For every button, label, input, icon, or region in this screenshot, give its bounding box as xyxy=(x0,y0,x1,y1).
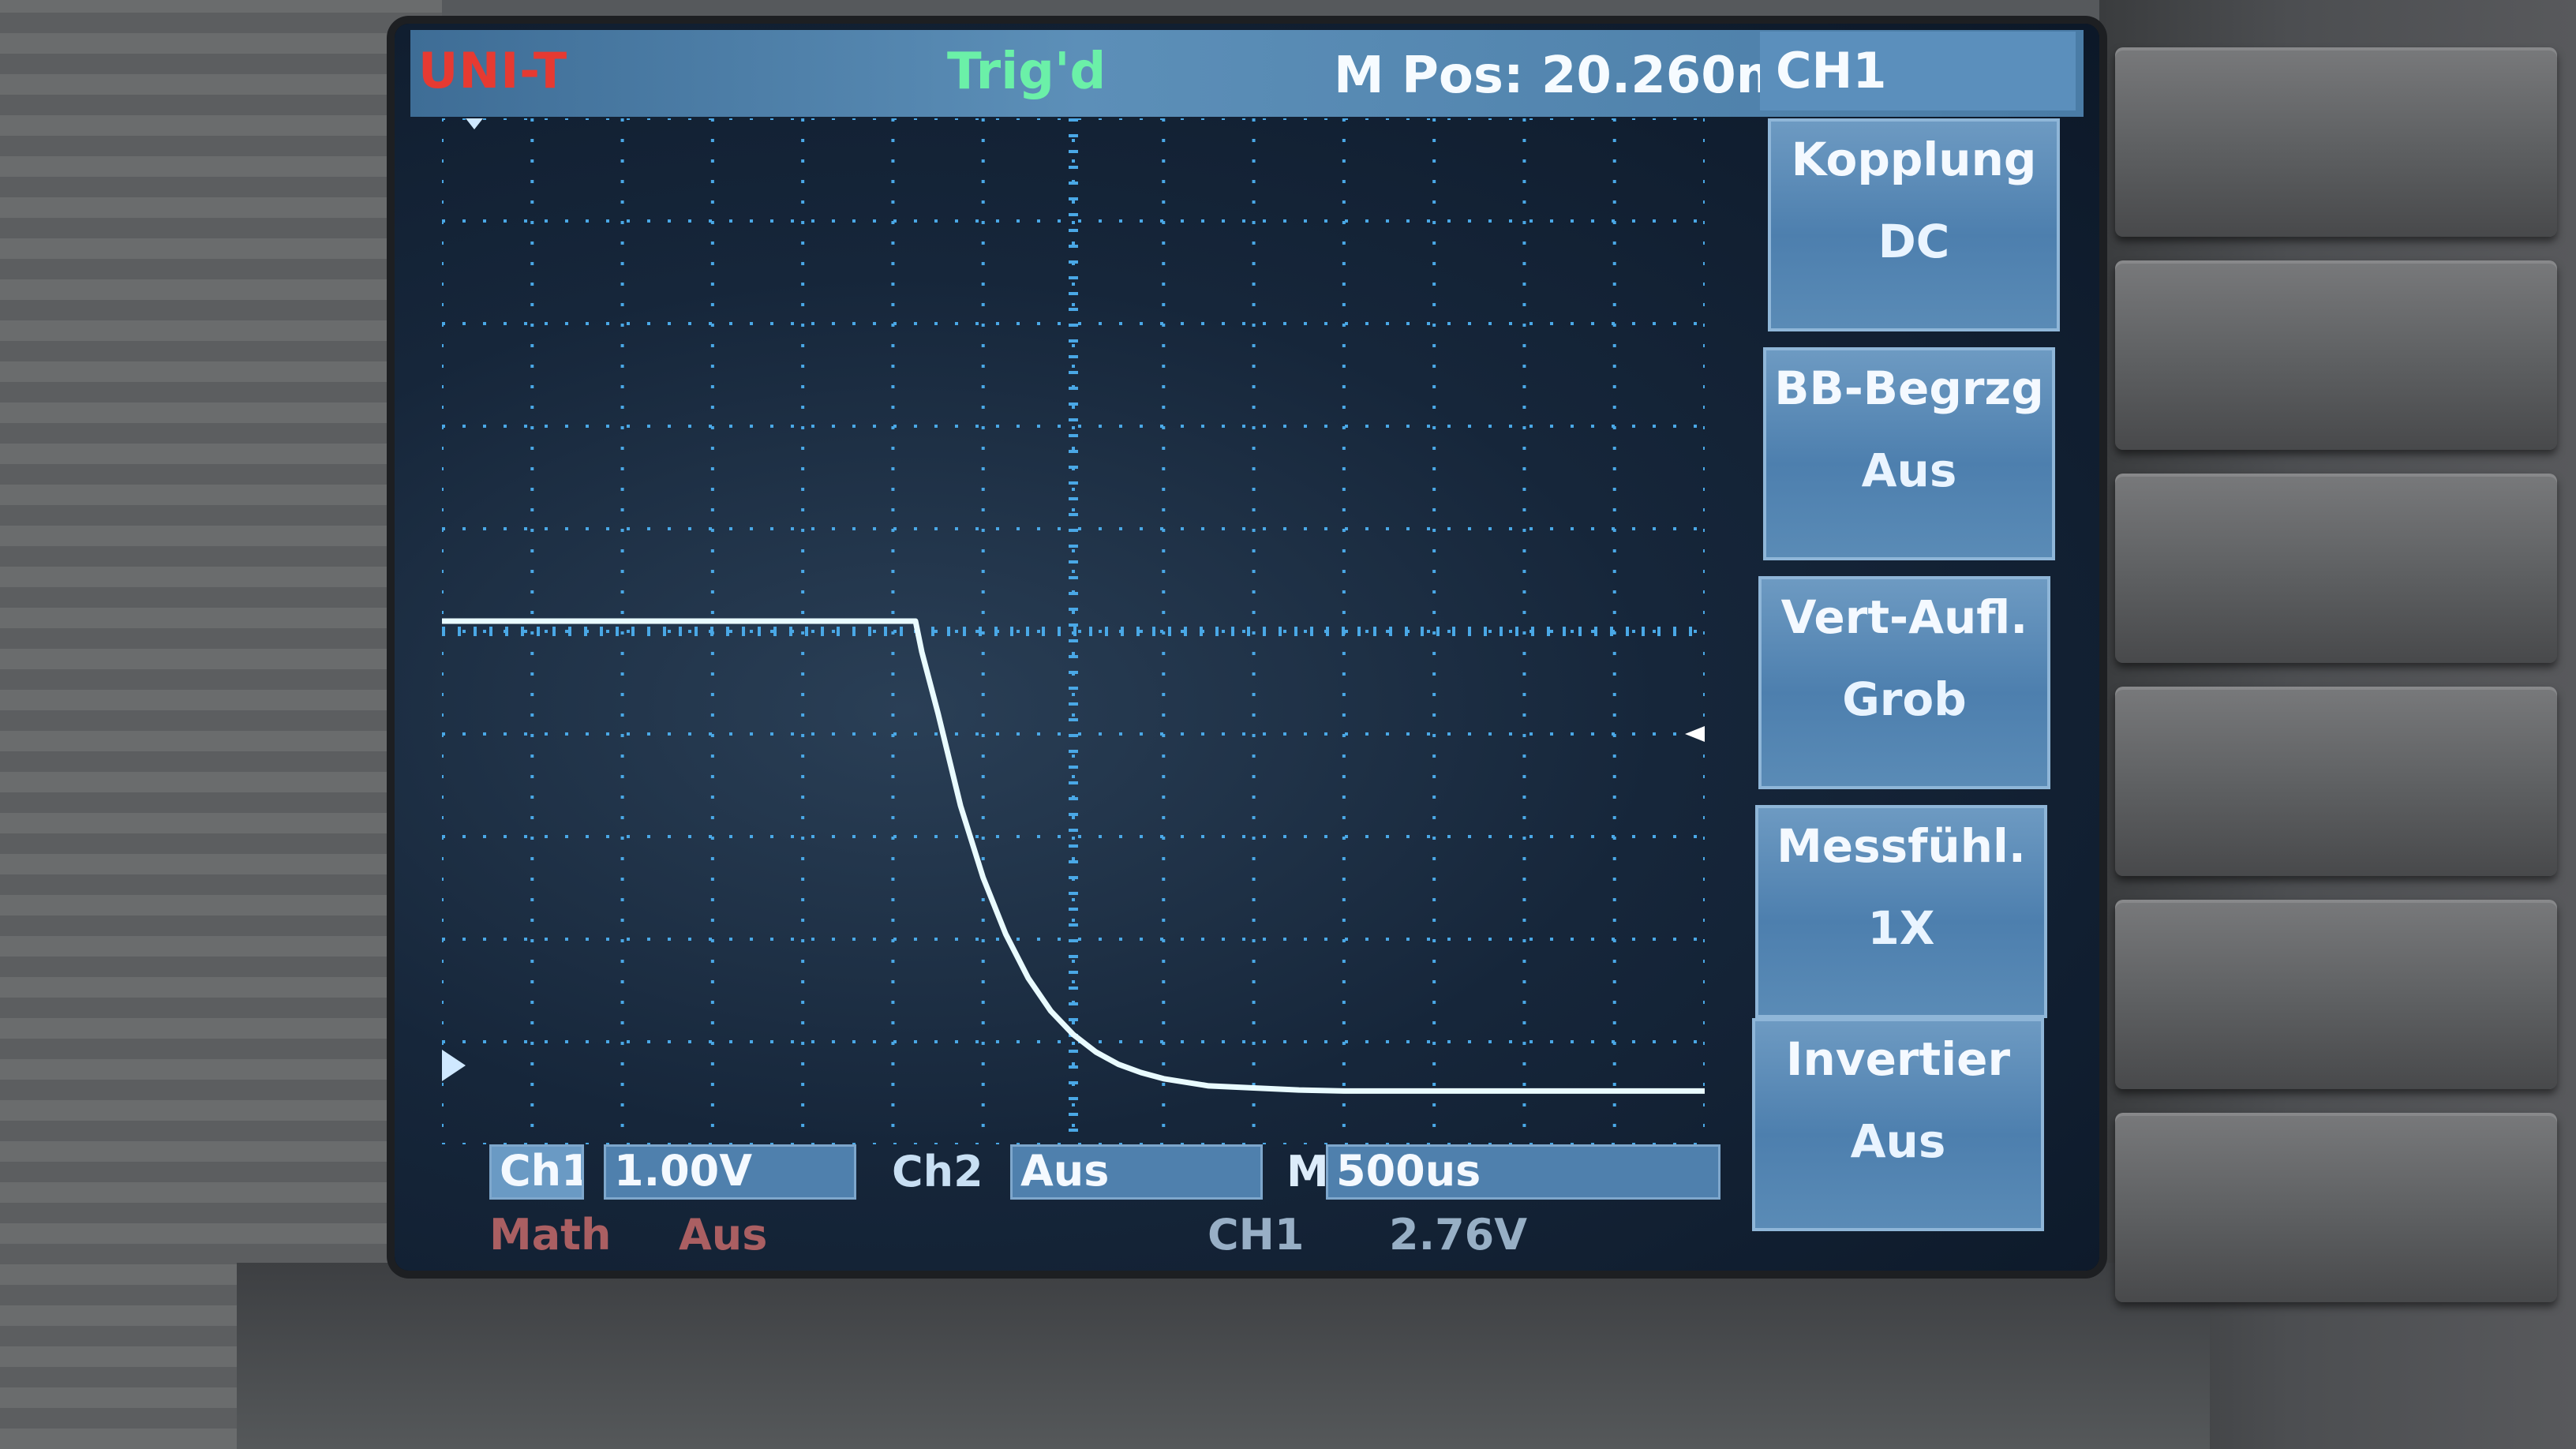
oscilloscope-screen: UNI-T Trig'd M Pos: 20.260ms CH1 Kopplun… xyxy=(395,24,2099,1271)
math-state: Aus xyxy=(679,1210,768,1260)
menu-title: CH1 xyxy=(1760,32,2076,110)
menu-item-vert-aufl[interactable]: Vert-Aufl. Grob xyxy=(1758,576,2050,789)
menu-item-label: Invertier xyxy=(1785,1032,2011,1086)
menu-item-value: Grob xyxy=(1842,672,1967,726)
math-label: Math xyxy=(489,1210,612,1260)
menu-item-kopplung[interactable]: Kopplung DC xyxy=(1768,118,2060,331)
softkey-1[interactable] xyxy=(2115,47,2557,237)
timebase-per-div: 500us xyxy=(1326,1144,1720,1200)
ch2-state: Aus xyxy=(1010,1144,1263,1200)
graticule xyxy=(442,118,1705,1144)
trigger-level: 2.76V xyxy=(1389,1210,1528,1260)
menu-item-label: Vert-Aufl. xyxy=(1780,590,2028,644)
waveform-plot xyxy=(442,118,1705,1144)
softkey-2[interactable] xyxy=(2115,260,2557,450)
trigger-source: CH1 xyxy=(1208,1210,1305,1260)
menu-item-label: Kopplung xyxy=(1791,133,2037,186)
menu-item-bb-begrzg[interactable]: BB-Begrzg Aus xyxy=(1763,347,2055,560)
horizontal-position-readout: M Pos: 20.260ms xyxy=(1334,47,1819,105)
channel-menu: CH1 Kopplung DC BB-Begrzg Aus Vert-Aufl.… xyxy=(1752,32,2084,1239)
oscilloscope-bezel-left xyxy=(0,0,442,1449)
lcd-display: UNI-T Trig'd M Pos: 20.260ms CH1 Kopplun… xyxy=(395,24,2099,1271)
menu-item-label: Messfühl. xyxy=(1777,819,2026,873)
timebase-prefix: M xyxy=(1286,1147,1329,1196)
softkey-4[interactable] xyxy=(2115,687,2557,876)
menu-item-value: 1X xyxy=(1867,901,1935,955)
softkey-5[interactable] xyxy=(2115,900,2557,1089)
trigger-status: Trig'd xyxy=(947,43,1106,101)
ch1-label: Ch1 xyxy=(489,1144,584,1200)
menu-item-label: BB-Begrzg xyxy=(1774,361,2044,415)
ch1-ground-marker-icon xyxy=(442,1050,466,1081)
softkey-6[interactable] xyxy=(2115,1113,2557,1302)
menu-item-value: Aus xyxy=(1850,1114,1946,1168)
oscilloscope-bezel-bottom xyxy=(237,1263,2210,1449)
menu-item-messfuehl[interactable]: Messfühl. 1X xyxy=(1755,805,2047,1018)
ch1-volts-per-div: 1.00V xyxy=(604,1144,856,1200)
trigger-level-marker-icon xyxy=(1685,726,1705,742)
brand-logo: UNI-T xyxy=(418,42,568,99)
menu-item-invertier[interactable]: Invertier Aus xyxy=(1752,1018,2044,1231)
menu-item-value: DC xyxy=(1878,215,1950,268)
softkey-3[interactable] xyxy=(2115,474,2557,663)
trigger-position-marker-icon xyxy=(466,118,483,129)
ch2-label: Ch2 xyxy=(892,1147,983,1196)
menu-item-value: Aus xyxy=(1861,444,1957,497)
